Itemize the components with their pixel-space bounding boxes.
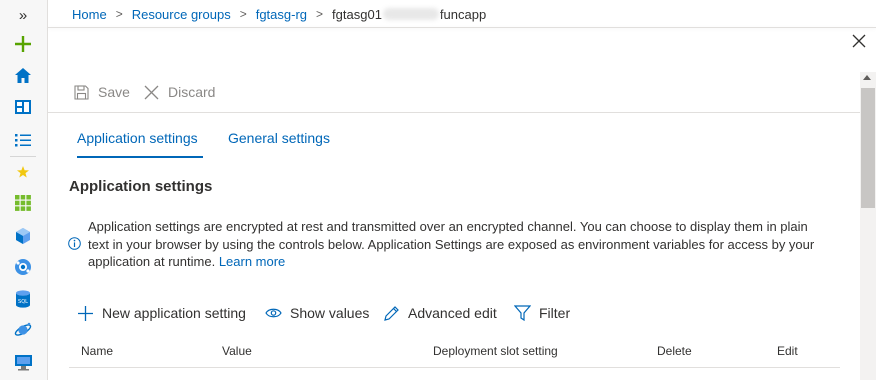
- tab-application-settings[interactable]: Application settings: [77, 130, 198, 146]
- left-nav-rail: » SQL: [0, 0, 48, 380]
- active-tab-indicator: [77, 156, 203, 158]
- breadcrumb-separator: >: [239, 7, 247, 21]
- new-application-setting-label: New application setting: [102, 305, 246, 321]
- all-resources-icon[interactable]: [8, 192, 38, 214]
- scrollbar-thumb[interactable]: [861, 88, 875, 208]
- info-icon: [68, 237, 81, 250]
- breadcrumb-home[interactable]: Home: [72, 7, 107, 22]
- redacted-text: [382, 8, 439, 20]
- advanced-edit-button[interactable]: Advanced edit: [383, 302, 497, 324]
- breadcrumb: Home > Resource groups > fgtasg-rg > fgt…: [72, 2, 486, 26]
- discard-label: Discard: [168, 84, 216, 100]
- command-bar: Save Discard: [48, 72, 860, 113]
- header-divider: [48, 27, 876, 28]
- breadcrumb-resource-group[interactable]: fgtasg-rg: [256, 7, 307, 22]
- column-header-name[interactable]: Name: [81, 344, 113, 358]
- eye-icon: [265, 308, 282, 318]
- column-header-delete: Delete: [657, 344, 692, 358]
- pencil-icon: [384, 305, 399, 321]
- learn-more-link[interactable]: Learn more: [219, 254, 285, 269]
- advanced-edit-label: Advanced edit: [408, 305, 497, 321]
- column-header-value[interactable]: Value: [222, 344, 252, 358]
- save-icon: [74, 84, 89, 100]
- table-header-divider: [69, 367, 840, 368]
- scroll-up-arrow-icon[interactable]: [863, 75, 871, 80]
- breadcrumb-separator: >: [115, 7, 123, 21]
- favorites-star-icon: [8, 161, 38, 183]
- filter-button[interactable]: Filter: [514, 302, 570, 324]
- breadcrumb-current-suffix: funcapp: [439, 6, 487, 22]
- filter-label: Filter: [539, 305, 571, 321]
- virtual-machines-icon[interactable]: [8, 351, 38, 373]
- create-icon[interactable]: [8, 33, 38, 55]
- home-icon[interactable]: [8, 64, 38, 86]
- column-header-edit: Edit: [777, 344, 798, 358]
- new-application-setting-button[interactable]: New application setting: [77, 302, 246, 324]
- breadcrumb-separator: >: [316, 7, 324, 21]
- dashboard-icon[interactable]: [8, 96, 38, 118]
- sql-databases-icon[interactable]: SQL: [8, 288, 38, 310]
- discard-icon: [144, 85, 159, 99]
- discard-button[interactable]: Discard: [144, 72, 215, 112]
- breadcrumb-resource-groups[interactable]: Resource groups: [132, 7, 231, 22]
- expand-menu-icon[interactable]: »: [8, 4, 38, 26]
- rail-divider: [10, 156, 36, 157]
- app-services-icon[interactable]: [8, 256, 38, 278]
- all-services-icon[interactable]: [8, 129, 38, 151]
- filter-icon: [514, 305, 531, 321]
- svg-text:SQL: SQL: [18, 299, 28, 305]
- close-icon[interactable]: [852, 34, 866, 48]
- add-icon: [78, 305, 93, 321]
- info-message: Application settings are encrypted at re…: [88, 218, 828, 271]
- info-message-text: Application settings are encrypted at re…: [88, 219, 815, 269]
- column-header-deployment-slot-setting[interactable]: Deployment slot setting: [433, 344, 558, 358]
- show-values-button[interactable]: Show values: [265, 302, 369, 324]
- tab-general-settings[interactable]: General settings: [228, 130, 330, 146]
- cosmos-db-icon[interactable]: [8, 319, 38, 341]
- section-title: Application settings: [69, 178, 213, 195]
- breadcrumb-current-prefix: fgtasg01: [332, 6, 382, 22]
- save-label: Save: [98, 84, 130, 100]
- show-values-label: Show values: [290, 305, 370, 321]
- resource-groups-icon[interactable]: [8, 225, 38, 247]
- save-button[interactable]: Save: [74, 72, 130, 112]
